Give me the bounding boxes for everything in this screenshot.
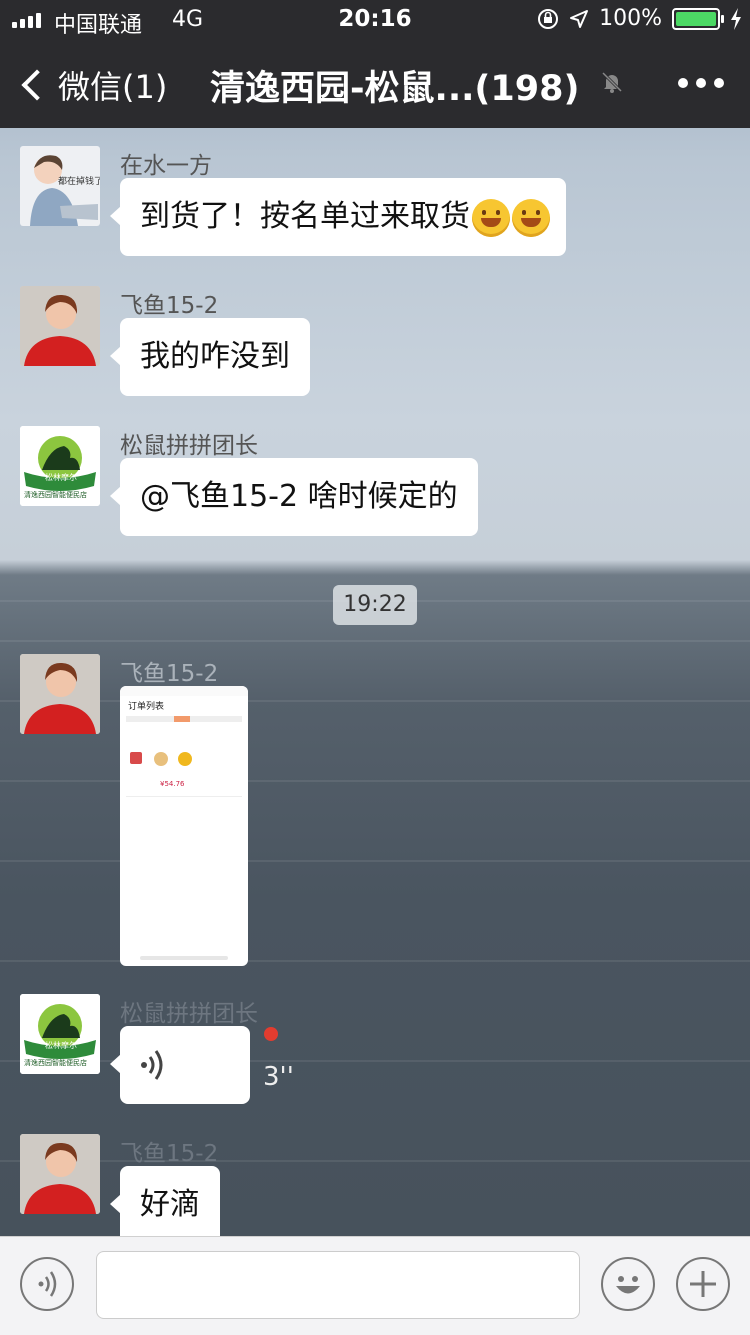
- sender-name: 飞鱼15-2: [120, 293, 219, 319]
- top-bar: 中国联通 4G 20:16 100% 微信(1) 清逸西园-松鼠...(198): [0, 0, 750, 128]
- time-divider: 19:22: [333, 585, 417, 625]
- image-title: 订单列表: [128, 702, 165, 712]
- mute-icon: [601, 71, 623, 93]
- voice-message-bubble[interactable]: [110, 1026, 250, 1104]
- back-button[interactable]: 微信(1): [20, 62, 167, 108]
- sender-name: 松鼠拼拼团长: [120, 1001, 258, 1027]
- more-functions-button[interactable]: [676, 1257, 730, 1311]
- avatar-caption: 都在掉钱了: [58, 177, 100, 187]
- emoji-button[interactable]: [601, 1257, 655, 1311]
- voice-icon: [38, 1271, 57, 1297]
- message-bubble[interactable]: @飞鱼15-2 啥时候定的: [110, 458, 478, 536]
- emoji-icon: [616, 1276, 640, 1294]
- avatar[interactable]: 松林摩尔 清逸西园智能便民店: [20, 426, 100, 506]
- avatar-brand: 松林摩尔: [45, 473, 77, 482]
- sender-name: 在水一方: [120, 153, 212, 179]
- avatar-brand: 松林摩尔: [45, 1041, 77, 1050]
- back-label: 微信(1): [58, 68, 168, 106]
- more-icon[interactable]: [678, 78, 724, 88]
- sender-name: 飞鱼15-2: [120, 661, 219, 687]
- image-product: [154, 752, 168, 766]
- message-bubble[interactable]: 好滴: [110, 1166, 220, 1244]
- image-divider: [126, 796, 242, 797]
- input-bar: [0, 1236, 750, 1335]
- avatar[interactable]: [20, 286, 100, 366]
- location-icon: [570, 9, 589, 28]
- grin-emoji-icon: [512, 198, 550, 237]
- status-bar: 中国联通 4G 20:16 100%: [0, 0, 750, 40]
- image-product: [178, 752, 192, 766]
- image-tab-active: [174, 716, 190, 722]
- message-bubble[interactable]: 到货了！按名单过来取货: [110, 178, 566, 256]
- image-message[interactable]: 订单列表 ¥54.76: [120, 686, 248, 966]
- chevron-left-icon: [21, 69, 53, 101]
- plus-icon: [690, 1271, 716, 1297]
- nav-bar: 微信(1) 清逸西园-松鼠...(198): [0, 40, 750, 128]
- avatar-store: 清逸西园智能便民店: [24, 491, 87, 499]
- message-text: 到货了！按名单过来取货: [140, 199, 470, 234]
- image-product: [130, 752, 142, 764]
- image-status-strip: [120, 686, 248, 696]
- avatar[interactable]: [20, 654, 100, 734]
- avatar[interactable]: 松林摩尔 清逸西园智能便民店: [20, 994, 100, 1074]
- grin-emoji-icon: [472, 198, 510, 237]
- avatar[interactable]: 都在掉钱了: [20, 146, 100, 226]
- battery-icon: [672, 7, 724, 30]
- image-amount: ¥54.76: [160, 780, 185, 788]
- orientation-lock-icon: [538, 8, 559, 29]
- voice-input-button[interactable]: [20, 1257, 74, 1311]
- sender-name: 飞鱼15-2: [120, 1141, 219, 1167]
- message-bubble[interactable]: 我的咋没到: [110, 318, 310, 396]
- status-right: 100%: [537, 6, 742, 31]
- message-input[interactable]: [96, 1251, 580, 1319]
- message-text: 好滴: [140, 1187, 200, 1222]
- charging-icon: [731, 7, 741, 30]
- voice-wave-icon: [141, 1050, 163, 1080]
- message-text: @飞鱼15-2 啥时候定的: [140, 479, 458, 514]
- unread-dot: [264, 1027, 278, 1041]
- sender-name: 松鼠拼拼团长: [120, 433, 258, 459]
- message-text: 我的咋没到: [140, 339, 290, 374]
- battery-percent: 100%: [599, 6, 662, 31]
- chat-title: 清逸西园-松鼠...(198): [210, 69, 580, 109]
- voice-duration: 3'': [263, 1062, 294, 1092]
- image-nav-bar: [140, 956, 228, 960]
- avatar-store: 清逸西园智能便民店: [24, 1059, 87, 1067]
- avatar[interactable]: [20, 1134, 100, 1214]
